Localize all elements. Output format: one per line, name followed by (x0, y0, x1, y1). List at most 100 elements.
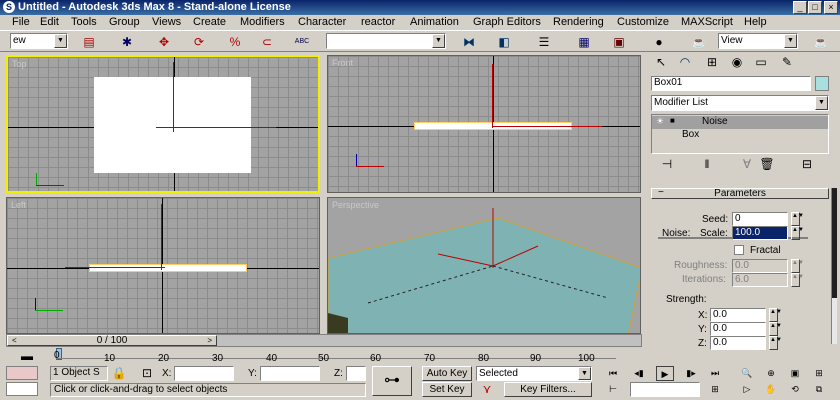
menu-modifiers[interactable]: Modifiers (240, 15, 285, 30)
arc-rotate-icon[interactable]: ⟲ (786, 382, 804, 397)
motion-tab-icon[interactable]: ◉ (728, 54, 746, 70)
zoom-extents-all-icon[interactable]: ⊞ (810, 366, 828, 381)
time-slider-thumb[interactable]: < 0 / 100 > (7, 335, 217, 346)
maxscript-listener-mini[interactable] (6, 366, 38, 380)
open-track-view-icon[interactable]: ▬ (18, 348, 36, 364)
absolute-mode-icon[interactable]: ⊡ (138, 365, 156, 381)
strength-z-spinner[interactable]: ▲▼ (769, 336, 782, 350)
viewport-label[interactable]: Front (332, 58, 353, 68)
menu-views[interactable]: Views (152, 15, 181, 30)
zoom-icon[interactable]: 🔍 (738, 366, 756, 381)
menu-maxscript[interactable]: MAXScript (681, 15, 733, 30)
key-mode-dropdown[interactable]: Selected ▼ (476, 366, 592, 381)
viewport-left[interactable]: Left (6, 197, 320, 334)
key-filters-button[interactable]: Key Filters... (504, 382, 592, 397)
schematic-view-icon[interactable]: ▣ (610, 34, 628, 50)
app-icon[interactable]: S (3, 1, 15, 13)
select-rotate-icon[interactable]: ⟳ (190, 34, 208, 50)
menu-reactor[interactable]: reactor (361, 15, 395, 30)
set-key-icon[interactable]: ⊶ (372, 366, 412, 396)
curve-editor-icon[interactable]: ▦ (575, 34, 593, 50)
lightbulb-icon[interactable]: ☀ (656, 116, 664, 127)
scale-field[interactable]: 100.0 (732, 226, 788, 240)
close-button[interactable]: × (824, 1, 838, 14)
y-coord-field[interactable] (260, 366, 320, 381)
set-key-button[interactable]: Set Key (422, 382, 472, 397)
mirror-icon[interactable]: ⧓ (460, 34, 478, 50)
display-tab-icon[interactable]: ▭ (752, 54, 770, 70)
select-move-icon[interactable]: ✥ (155, 34, 173, 50)
menu-edit[interactable]: Edit (40, 15, 59, 30)
play-icon[interactable]: ▶ (656, 366, 674, 381)
create-tab-icon[interactable]: ↖ (652, 54, 670, 70)
expand-icon[interactable]: ■ (670, 116, 675, 125)
menu-help[interactable]: Help (744, 15, 767, 30)
iterations-field[interactable]: 6.0 (732, 273, 788, 287)
configure-sets-icon[interactable]: ⊟ (798, 156, 816, 172)
menu-group[interactable]: Group (109, 15, 140, 30)
pin-stack-icon[interactable]: ⊣ (658, 156, 676, 172)
viewport-label[interactable]: Left (11, 200, 26, 210)
scrollbar-thumb[interactable] (832, 188, 837, 298)
box-object[interactable] (89, 264, 247, 272)
selection-filter-dropdown[interactable]: ew ▼ (10, 33, 68, 49)
menu-character[interactable]: Character (298, 15, 346, 30)
x-coord-field[interactable] (174, 366, 234, 381)
default-tangents-icon[interactable]: ⋎ (478, 381, 496, 397)
parameters-rollout-header[interactable]: − Parameters (651, 188, 829, 199)
utilities-tab-icon[interactable]: ✎ (778, 54, 796, 70)
material-editor-icon[interactable]: ● (650, 34, 668, 50)
menu-tools[interactable]: Tools (71, 15, 97, 30)
stack-item-noise[interactable]: ☀ ■ Noise (652, 116, 828, 129)
quick-render-icon[interactable]: ☕ (812, 34, 830, 50)
modify-tab-icon[interactable]: ◠ (676, 54, 694, 70)
track-bar[interactable]: 0 10 20 30 40 50 60 70 80 90 100 (20, 348, 640, 365)
remove-modifier-icon[interactable]: 🗑 (758, 156, 776, 172)
iterations-spinner[interactable]: ▲▼ (791, 273, 804, 287)
pan-icon[interactable]: ✋ (762, 382, 780, 397)
time-configuration-icon[interactable]: ⊞ (706, 382, 724, 397)
minimize-button[interactable]: _ (793, 1, 807, 14)
render-type-dropdown[interactable]: View ▼ (718, 33, 798, 49)
z-coord-field[interactable] (346, 366, 366, 381)
strength-y-field[interactable]: 0.0 (710, 322, 766, 336)
auto-key-button[interactable]: Auto Key (422, 366, 472, 381)
goto-start-icon[interactable]: ⏮ (604, 366, 622, 381)
strength-x-spinner[interactable]: ▲▼ (769, 308, 782, 322)
menu-graph-editors[interactable]: Graph Editors (473, 15, 541, 30)
roughness-spinner[interactable]: ▲▼ (791, 259, 804, 273)
object-color-swatch[interactable] (815, 76, 829, 91)
seed-spinner[interactable]: ▲▼ (791, 212, 804, 226)
time-slider-track[interactable]: < 0 / 100 > (6, 334, 642, 347)
next-frame-icon[interactable]: ▮▸ (682, 366, 700, 381)
select-and-link-icon[interactable]: ✱ (118, 34, 136, 50)
make-unique-icon[interactable]: ∀ (738, 156, 756, 172)
viewport-top[interactable]: Top (6, 55, 320, 193)
menu-create[interactable]: Create (193, 15, 226, 30)
viewport-front[interactable]: Front (327, 55, 641, 193)
layer-manager-icon[interactable]: ☰ (535, 34, 553, 50)
prev-frame-icon[interactable]: < (12, 336, 17, 346)
stack-item-box[interactable]: Box (682, 129, 699, 140)
viewport-label[interactable]: Top (12, 59, 27, 69)
key-mode-toggle-icon[interactable]: ⊢ (604, 382, 622, 397)
select-by-name-icon[interactable]: ▤ (80, 34, 98, 50)
strength-y-spinner[interactable]: ▲▼ (769, 322, 782, 336)
field-of-view-icon[interactable]: ▷ (738, 382, 756, 397)
named-selection-dropdown[interactable]: ▼ (326, 33, 446, 49)
lock-selection-icon[interactable]: 🔒 (110, 365, 128, 381)
spinner-snap-icon[interactable]: ⊂ (258, 34, 276, 50)
menu-animation[interactable]: Animation (410, 15, 459, 30)
panel-scrollbar[interactable] (831, 188, 837, 344)
fractal-checkbox[interactable] (734, 245, 744, 255)
menu-rendering[interactable]: Rendering (553, 15, 604, 30)
percent-snap-icon[interactable]: % (226, 34, 244, 50)
menu-customize[interactable]: Customize (617, 15, 669, 30)
next-frame-icon[interactable]: > (207, 336, 212, 346)
zoom-all-icon[interactable]: ⊕ (762, 366, 780, 381)
noise-plane[interactable] (328, 217, 641, 334)
goto-end-icon[interactable]: ⏭ (706, 366, 724, 381)
scale-spinner[interactable]: ▲▼ (791, 226, 804, 240)
strength-z-field[interactable]: 0.0 (710, 336, 766, 350)
viewport-perspective[interactable]: Perspective (327, 197, 641, 334)
